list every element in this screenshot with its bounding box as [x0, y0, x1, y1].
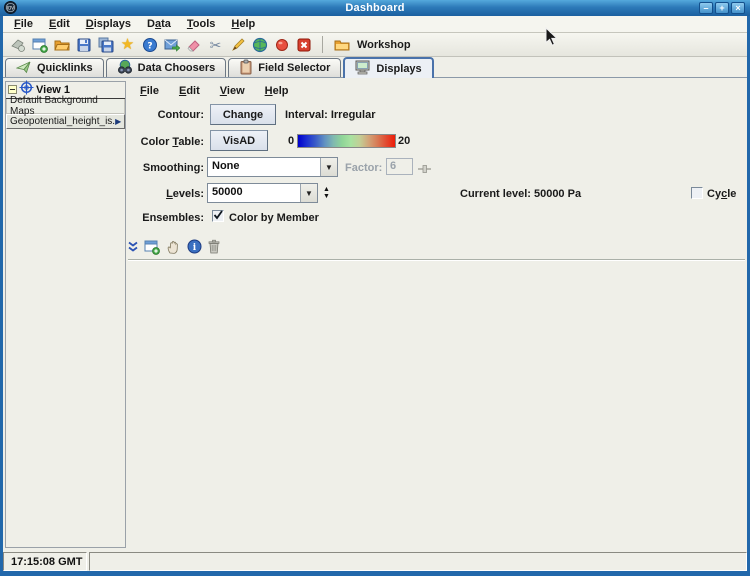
tree-item-label: Geopotential_height_is.	[10, 116, 115, 127]
save-icon[interactable]	[75, 36, 92, 53]
toolbar-separator	[322, 36, 323, 53]
support-message-icon[interactable]	[163, 36, 180, 53]
status-message-area	[89, 552, 747, 571]
spinner-up-icon[interactable]: ▲	[323, 186, 330, 193]
view-tree-panel: View 1 Default Background Maps Geopotent…	[5, 81, 126, 548]
trash-icon[interactable]	[208, 239, 220, 259]
tab-data-choosers[interactable]: Data Choosers	[106, 58, 227, 77]
panel-menu-edit[interactable]: Edit	[174, 84, 205, 98]
cycle-label: Cycle	[707, 188, 736, 200]
hand-icon[interactable]	[166, 239, 181, 259]
info-icon[interactable]: i	[187, 239, 202, 259]
panel-menu-view[interactable]: View	[215, 84, 250, 98]
ensembles-label: Ensembles:	[128, 212, 204, 224]
chevron-down-icon[interactable]: ▼	[300, 184, 317, 202]
factor-field: 6	[386, 158, 413, 175]
tab-displays[interactable]: Displays	[343, 57, 433, 78]
minimize-button[interactable]: –	[699, 2, 713, 14]
tab-field-selector-label: Field Selector	[258, 62, 330, 74]
menu-tools[interactable]: Tools	[182, 17, 221, 31]
tab-data-choosers-label: Data Choosers	[138, 62, 216, 74]
mouse-cursor	[545, 27, 558, 52]
workshop-folder-icon[interactable]	[333, 36, 350, 53]
status-clock: 17:15:08 GMT	[3, 552, 87, 571]
titlebar[interactable]: IDV Dashboard – + ×	[0, 0, 750, 16]
smoothing-label: Smoothing:	[128, 162, 204, 174]
monitor-icon	[355, 60, 371, 78]
spinner-down-icon[interactable]: ▼	[323, 193, 330, 200]
panel-menu-help[interactable]: Help	[260, 84, 294, 98]
color-table-visad-button[interactable]: VisAD	[210, 130, 268, 151]
paper-plane-icon	[16, 60, 32, 77]
color-table-label: Color Table:	[128, 136, 204, 148]
binoculars-globe-icon	[117, 59, 133, 78]
clipboard-icon	[239, 59, 253, 78]
menu-help[interactable]: Help	[226, 17, 260, 31]
factor-label: Factor:	[345, 162, 382, 174]
levels-spinner[interactable]: ▲ ▼	[320, 183, 333, 203]
display-control-toolbar: i	[128, 239, 220, 259]
pencil-icon[interactable]	[229, 36, 246, 53]
close-button[interactable]: ×	[731, 2, 745, 14]
window-title: Dashboard	[0, 2, 750, 14]
main-toolbar: ★ ? ✂ Workshop	[3, 33, 747, 57]
workshop-label[interactable]: Workshop	[357, 39, 411, 51]
menu-edit[interactable]: Edit	[44, 17, 75, 31]
collapse-chevrons-icon[interactable]	[128, 240, 138, 258]
tree-item-geopotential-height[interactable]: Geopotential_height_is. ▶	[6, 114, 125, 129]
dashboard-icon[interactable]	[9, 36, 26, 53]
save-as-icon[interactable]	[97, 36, 114, 53]
chevron-down-icon[interactable]: ▼	[320, 158, 337, 176]
cycle-checkbox[interactable]	[691, 187, 703, 199]
check-icon	[212, 209, 224, 221]
tab-field-selector[interactable]: Field Selector	[228, 58, 341, 77]
color-bar	[297, 134, 396, 148]
menu-displays[interactable]: Displays	[81, 17, 136, 31]
color-by-member-checkbox[interactable]	[212, 210, 224, 222]
svg-text:i: i	[193, 243, 197, 253]
open-folder-icon[interactable]	[53, 36, 70, 53]
svg-text:?: ?	[147, 41, 152, 51]
eraser-icon[interactable]	[185, 36, 202, 53]
statusbar: 17:15:08 GMT	[3, 549, 747, 571]
panel-separator	[128, 259, 745, 261]
favorite-star-icon[interactable]: ★	[119, 36, 136, 53]
record-icon[interactable]	[273, 36, 290, 53]
contour-change-button[interactable]: Change	[210, 104, 276, 125]
contour-interval-text: Interval: Irregular	[285, 109, 375, 121]
window-frame-bottom	[0, 571, 750, 576]
current-level-text: Current level: 50000 Pa	[460, 188, 581, 200]
smoothing-value: None	[208, 158, 320, 176]
tabbar: Quicklinks Data Choosers Field Selector …	[3, 57, 747, 78]
color-by-member-label: Color by Member	[229, 212, 319, 224]
submenu-arrow-icon: ▶	[115, 118, 121, 126]
tab-quicklinks[interactable]: Quicklinks	[5, 58, 104, 77]
panel-menu-file[interactable]: File	[135, 84, 164, 98]
levels-combo[interactable]: 50000 ▼	[207, 183, 318, 203]
cut-icon[interactable]: ✂	[207, 36, 224, 53]
display-panel-menubar: File Edit View Help	[131, 82, 294, 99]
smoothing-combo[interactable]: None ▼	[207, 157, 338, 177]
help-icon[interactable]: ?	[141, 36, 158, 53]
contour-label: Contour:	[128, 109, 204, 121]
tree-item-default-background-maps[interactable]: Default Background Maps	[6, 99, 125, 114]
levels-label: Levels:	[128, 188, 204, 200]
menu-data[interactable]: Data	[142, 17, 176, 31]
menu-file[interactable]: File	[9, 17, 38, 31]
new-window-icon[interactable]	[144, 239, 160, 260]
color-bar-max-label: 20	[398, 135, 410, 147]
dashboard-window: IDV Dashboard – + × File Edit Displays D…	[0, 0, 750, 576]
tab-displays-label: Displays	[376, 63, 421, 75]
slider-icon	[418, 161, 432, 179]
tab-quicklinks-label: Quicklinks	[37, 62, 93, 74]
maximize-button[interactable]: +	[715, 2, 729, 14]
globe-icon[interactable]	[251, 36, 268, 53]
exit-icon[interactable]	[295, 36, 312, 53]
main-menubar: File Edit Displays Data Tools Help	[3, 16, 747, 33]
tree-item-label: Default Background Maps	[10, 95, 121, 117]
color-bar-min-label: 0	[288, 135, 294, 147]
new-window-icon[interactable]	[31, 36, 48, 53]
levels-value: 50000	[208, 184, 300, 202]
